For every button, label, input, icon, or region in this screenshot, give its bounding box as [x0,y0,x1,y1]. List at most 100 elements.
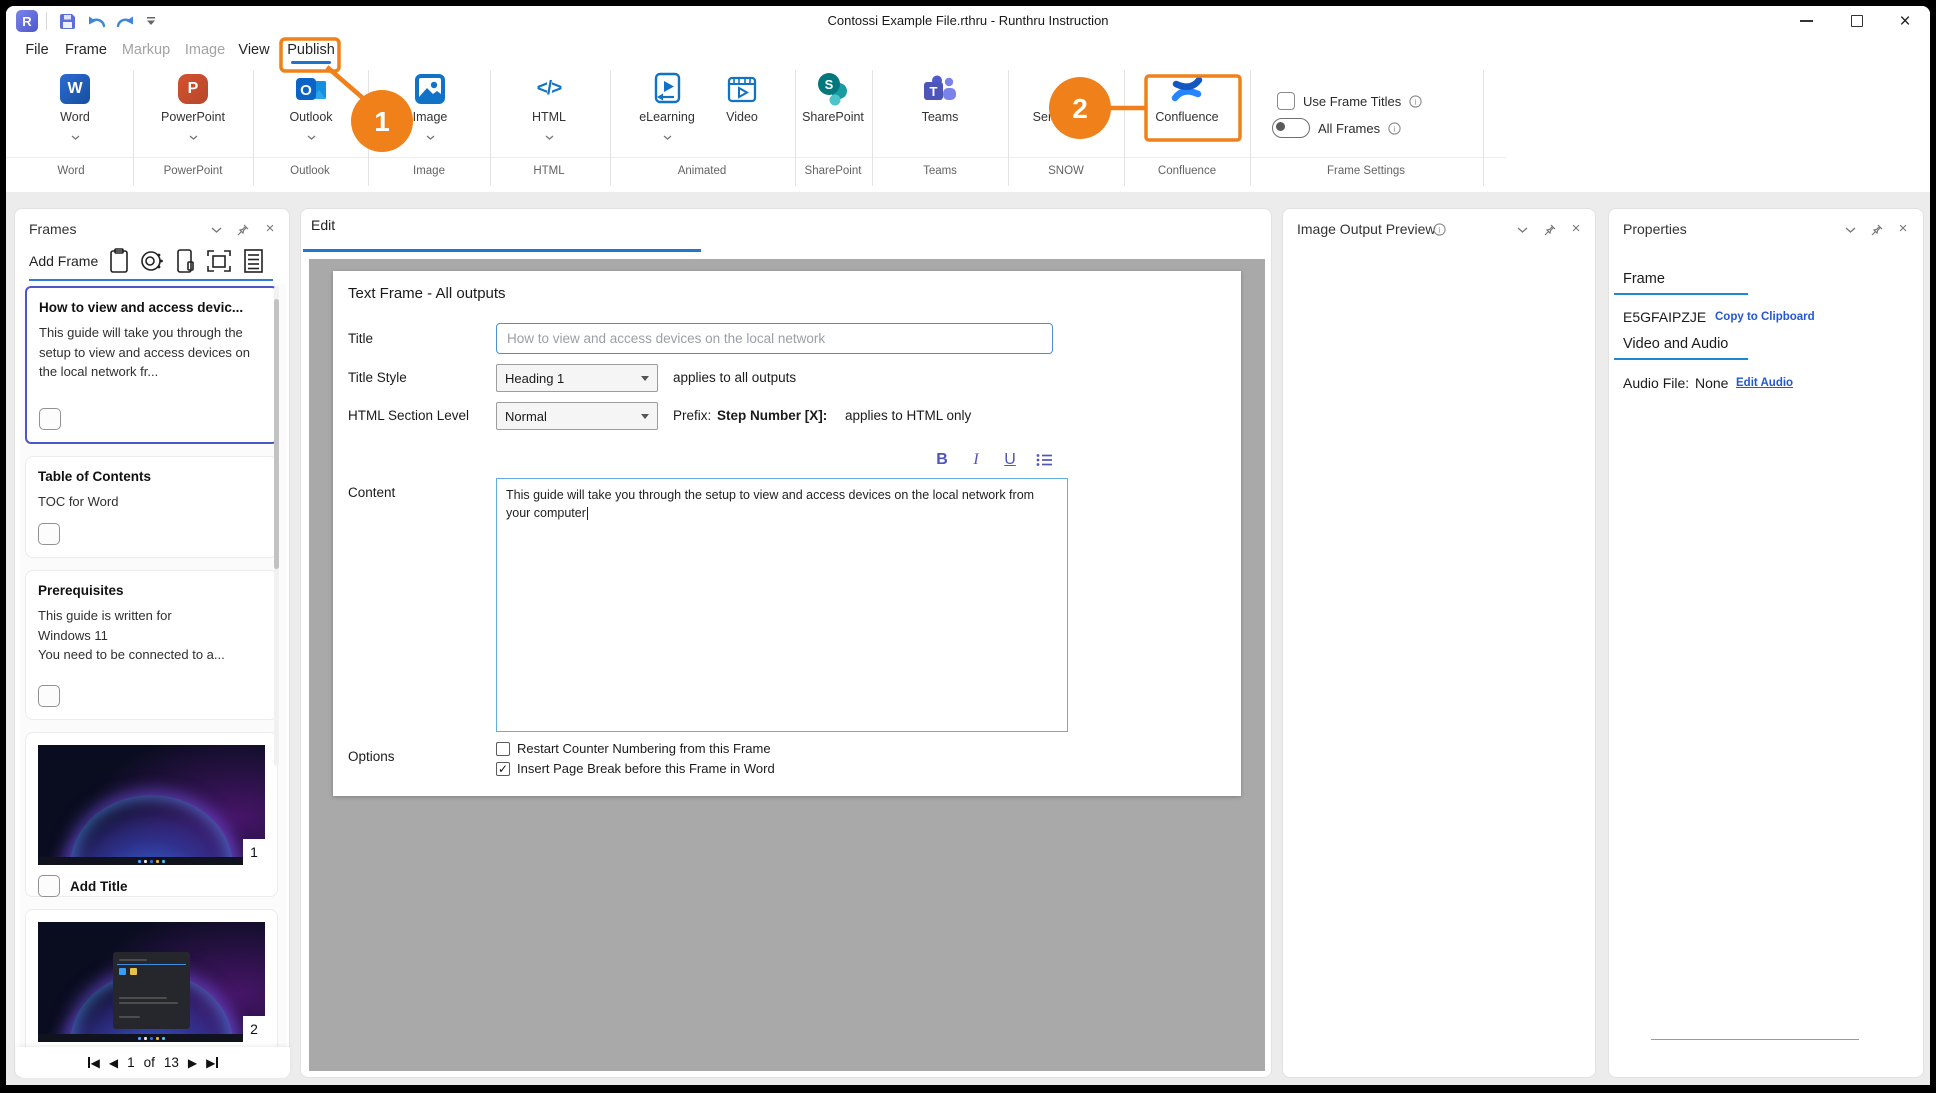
edit-audio-link[interactable]: Edit Audio [1736,377,1793,389]
pin-icon[interactable] [235,222,251,238]
first-page-icon[interactable]: ◀ [88,1056,100,1070]
add-capture-frame-icon[interactable] [205,247,233,280]
redo-icon[interactable] [112,9,138,33]
frame-thumbnail: 2 [38,922,265,1042]
section-divider [1614,358,1748,360]
frame-select-checkbox[interactable] [38,685,60,707]
content-textarea[interactable]: This guide will take you through the set… [496,478,1068,732]
app-logo-icon[interactable]: R [16,10,38,32]
close-button[interactable]: × [1888,8,1922,34]
content-field-label: Content [348,485,395,500]
ribbon-group-snow: SNOW [1048,165,1084,177]
svg-text:i: i [1438,225,1441,234]
add-frame-label: Add Frame [29,253,98,269]
frame-section-header: Frame [1623,271,1665,287]
svg-text:i: i [1394,124,1397,133]
menu-markup[interactable]: Markup [122,42,170,58]
title-style-label: Title Style [348,370,407,385]
page-break-checkbox[interactable]: ✓ [496,762,510,776]
save-icon[interactable] [54,9,80,33]
frame-card-2[interactable]: Table of Contents TOC for Word [25,456,278,558]
publish-video-button[interactable]: Video [694,70,790,133]
form-title: Text Frame - All outputs [348,285,506,302]
frame-select-checkbox[interactable] [39,408,61,430]
publish-confluence-button[interactable]: Confluence [1139,70,1235,133]
frame-card-5[interactable]: 2 Add Title [25,909,278,1047]
servicenow-icon: n [1058,74,1074,104]
ribbon-group-html: HTML [533,165,564,177]
frame-card-4[interactable]: 1 Add Title [25,732,278,897]
close-icon[interactable]: × [1895,220,1911,236]
chevron-down-icon [641,376,649,381]
publish-outlook-button[interactable]: O Outlook [263,70,359,133]
bold-button[interactable]: B [929,449,955,471]
option-page-break: ✓ Insert Page Break before this Frame in… [496,761,775,776]
title-input[interactable] [496,323,1053,354]
underline-button[interactable]: U [997,449,1023,471]
outlook-icon: O [294,73,328,105]
publish-powerpoint-button[interactable]: P PowerPoint [145,70,241,133]
previous-page-icon[interactable]: ◀ [109,1056,118,1070]
chevron-down-icon[interactable] [208,222,224,238]
ribbon-group-confluence: Confluence [1158,165,1216,177]
publish-teams-button[interactable]: T Teams [892,70,988,133]
frames-scrollbar-thumb[interactable] [274,299,279,569]
minimize-button[interactable] [1789,8,1823,34]
use-frame-titles-checkbox[interactable] [1277,92,1295,110]
page-of-label: of [144,1055,155,1070]
add-clipboard-frame-icon[interactable] [107,247,131,280]
publish-servicenow-button[interactable]: n ServiceNow [1018,70,1114,133]
all-frames-row: All Frames i [1272,118,1401,138]
menu-view[interactable]: View [238,42,269,58]
restore-button[interactable] [1840,8,1874,34]
html-section-level-label: HTML Section Level [348,408,469,423]
menu-frame[interactable]: Frame [65,42,107,58]
section-divider [1614,293,1748,295]
bullet-list-icon[interactable] [1031,449,1057,471]
frame-id-value: E5GFAIPZJE [1623,309,1706,325]
properties-panel: Properties × Frame E5GFAIPZJE Copy to Cl… [1608,208,1924,1078]
add-frame-divider [29,279,273,281]
image-output-preview-panel: Image Output Preview i × [1282,208,1596,1078]
all-frames-toggle[interactable] [1272,118,1310,138]
ribbon-group-image: Image [413,165,445,177]
copy-to-clipboard-link[interactable]: Copy to Clipboard [1715,311,1815,323]
frame-select-checkbox[interactable] [38,875,60,897]
menu-image[interactable]: Image [185,42,225,58]
frame-thumbnail: 1 [38,745,265,865]
preview-panel-title: Image Output Preview [1297,221,1436,237]
close-icon[interactable]: × [1568,220,1584,236]
publish-image-button[interactable]: Image [382,70,478,133]
chevron-down-icon[interactable] [1842,222,1858,238]
tab-edit[interactable]: Edit [311,217,335,233]
menu-publish[interactable]: Publish [287,42,335,58]
publish-html-button[interactable]: </> HTML [501,70,597,133]
frame-select-checkbox[interactable] [38,523,60,545]
add-text-frame-icon[interactable] [241,247,265,280]
menu-file[interactable]: File [25,42,48,58]
undo-icon[interactable] [84,9,110,33]
text-caret [587,507,588,520]
chevron-down-icon[interactable] [1514,222,1530,238]
add-device-frame-icon[interactable] [173,247,197,280]
last-page-icon[interactable]: ▶ [206,1056,218,1070]
pin-icon[interactable] [1542,222,1558,238]
title-style-select[interactable]: Heading 1 [496,364,658,392]
word-icon: W [60,74,90,104]
html-section-level-select[interactable]: Normal [496,402,658,430]
italic-button[interactable]: I [963,449,989,471]
restart-counter-checkbox[interactable] [496,742,510,756]
add-recording-frame-icon[interactable] [139,247,165,280]
publish-sharepoint-button[interactable]: S SharePoint [785,70,881,133]
pin-icon[interactable] [1869,222,1885,238]
frame-card-1[interactable]: How to view and access devic... This gui… [25,286,278,444]
publish-word-button[interactable]: W Word [27,70,123,133]
chevron-down-icon [263,127,359,133]
next-page-icon[interactable]: ▶ [188,1056,197,1070]
chevron-down-icon [382,127,478,133]
quick-access-more-icon[interactable] [138,9,164,33]
audio-file-value: None [1695,375,1728,391]
frame-card-3[interactable]: Prerequisites This guide is written for … [25,570,278,720]
close-icon[interactable]: × [262,220,278,236]
ribbon-divider [6,157,1506,158]
